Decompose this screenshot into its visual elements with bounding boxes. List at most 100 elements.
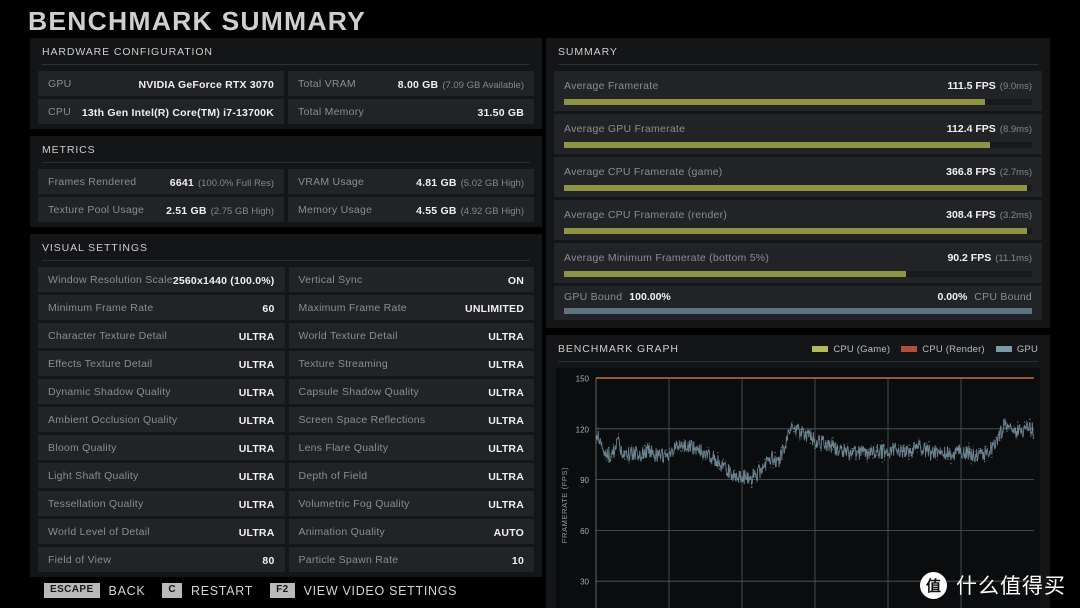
visual-setting-row[interactable]: World Level of Detail ULTRA xyxy=(38,519,285,544)
metric-row[interactable]: VRAM Usage 4.81 GB (5.02 GB High) xyxy=(288,169,534,194)
visual-setting-row[interactable]: Lens Flare Quality ULTRA xyxy=(288,435,534,460)
key-cap-c[interactable]: C xyxy=(162,583,182,598)
data-point xyxy=(795,435,797,438)
visual-setting-value-group: ULTRA xyxy=(239,327,275,345)
data-point xyxy=(604,457,606,459)
data-point xyxy=(826,442,828,444)
data-point xyxy=(643,445,645,447)
visual-setting-row[interactable]: Texture Streaming ULTRA xyxy=(288,351,534,376)
data-point xyxy=(991,442,993,444)
data-point xyxy=(619,448,621,450)
data-point xyxy=(1017,421,1019,423)
data-point xyxy=(1032,437,1034,439)
data-point xyxy=(627,458,629,460)
key-cap-escape[interactable]: ESCAPE xyxy=(44,583,100,598)
metric-row[interactable]: Frames Rendered 6641 (100.0% Full Res) xyxy=(38,169,284,194)
data-point xyxy=(631,459,634,461)
legend-item: CPU (Game) xyxy=(812,344,890,355)
visual-setting-label: World Level of Detail xyxy=(48,525,150,538)
summary-bar-row: Average GPU Framerate 112.4 FPS (8.9ms) xyxy=(554,114,1042,154)
visual-setting-row[interactable]: Animation Quality AUTO xyxy=(288,519,534,544)
data-point xyxy=(684,448,686,450)
summary-bar-value-group: 366.8 FPS (2.7ms) xyxy=(946,162,1032,180)
data-point xyxy=(596,438,598,440)
visual-setting-row[interactable]: Vertical Sync ON xyxy=(288,267,534,292)
visual-setting-row[interactable]: Effects Texture Detail ULTRA xyxy=(38,351,285,376)
data-point xyxy=(729,467,731,469)
visual-setting-row[interactable]: Volumetric Fog Quality ULTRA xyxy=(288,491,534,516)
data-point xyxy=(891,447,893,449)
data-point xyxy=(758,461,760,463)
visual-setting-row[interactable]: Window Resolution Scale 2560x1440 (100.0%… xyxy=(38,267,285,292)
data-point xyxy=(882,444,884,447)
data-point xyxy=(994,446,996,448)
metric-row[interactable]: Texture Pool Usage 2.51 GB (2.75 GB High) xyxy=(38,197,284,222)
visual-setting-row[interactable]: Screen Space Reflections ULTRA xyxy=(288,407,534,432)
key-cap-f2[interactable]: F2 xyxy=(270,583,295,598)
visual-setting-row[interactable]: Field of View 80 xyxy=(38,547,285,572)
summary-bar-value-group: 112.4 FPS (8.9ms) xyxy=(947,119,1032,137)
data-point xyxy=(965,445,967,447)
data-point xyxy=(912,447,914,449)
data-point xyxy=(780,449,782,451)
visual-setting-value-group: 60 xyxy=(262,299,274,317)
visual-setting-row[interactable]: Particle Spawn Rate 10 xyxy=(288,547,534,572)
data-point xyxy=(969,447,971,449)
visual-setting-row[interactable]: World Texture Detail ULTRA xyxy=(288,323,534,348)
legend-color-swatch xyxy=(812,346,829,352)
visual-setting-row[interactable]: Minimum Frame Rate 60 xyxy=(38,295,285,320)
visual-setting-row[interactable]: Tessellation Quality ULTRA xyxy=(38,491,285,516)
data-point xyxy=(715,464,717,466)
key-action-view-video-settings[interactable]: VIEW VIDEO SETTINGS xyxy=(304,584,458,598)
data-point xyxy=(623,450,625,453)
hardware-row[interactable]: CPU 13th Gen Intel(R) Core(TM) i7-13700K xyxy=(38,99,284,124)
data-point xyxy=(739,471,741,473)
data-point xyxy=(662,460,664,462)
data-point xyxy=(652,450,654,452)
data-point xyxy=(896,450,899,452)
key-action-back[interactable]: BACK xyxy=(109,584,146,598)
visual-setting-label: Animation Quality xyxy=(298,525,386,538)
visual-setting-row[interactable]: Ambient Occlusion Quality ULTRA xyxy=(38,407,285,432)
hardware-value-group: NVIDIA GeForce RTX 3070 xyxy=(138,75,274,93)
data-point xyxy=(657,451,659,453)
visual-setting-row[interactable]: Dynamic Shadow Quality ULTRA xyxy=(38,379,285,404)
data-point xyxy=(1026,421,1028,423)
data-point xyxy=(695,449,698,451)
watermark: 值 什么值得买 xyxy=(920,570,1066,600)
hardware-row[interactable]: Total VRAM 8.00 GB (7.09 GB Available) xyxy=(288,71,534,96)
data-point xyxy=(829,440,831,442)
data-point xyxy=(734,474,736,476)
visual-setting-row[interactable]: Capsule Shadow Quality ULTRA xyxy=(288,379,534,404)
visual-setting-label: Light Shaft Quality xyxy=(48,469,139,482)
data-point xyxy=(784,450,786,452)
hardware-row[interactable]: Total Memory 31.50 GB xyxy=(288,99,534,124)
hardware-row[interactable]: GPU NVIDIA GeForce RTX 3070 xyxy=(38,71,284,96)
visual-setting-row[interactable]: Light Shaft Quality ULTRA xyxy=(38,463,285,488)
data-point xyxy=(998,437,1000,439)
legend-item: CPU (Render) xyxy=(901,344,985,355)
key-action-restart[interactable]: RESTART xyxy=(191,584,253,598)
data-point xyxy=(887,454,889,456)
hardware-value-group: 8.00 GB (7.09 GB Available) xyxy=(398,75,524,93)
data-point xyxy=(765,469,767,471)
data-point xyxy=(920,447,922,449)
visual-setting-row[interactable]: Bloom Quality ULTRA xyxy=(38,435,285,460)
visual-setting-value: ULTRA xyxy=(488,414,524,427)
data-point xyxy=(744,477,746,479)
data-point xyxy=(604,449,607,452)
hardware-label: GPU xyxy=(48,77,72,90)
data-point xyxy=(704,456,706,458)
metric-row[interactable]: Memory Usage 4.55 GB (4.92 GB High) xyxy=(288,197,534,222)
visual-setting-row[interactable]: Maximum Frame Rate UNLIMITED xyxy=(288,295,534,320)
data-point xyxy=(867,451,869,453)
data-point xyxy=(1023,427,1025,429)
data-point xyxy=(742,480,744,482)
data-point xyxy=(753,476,755,478)
data-point xyxy=(978,449,981,452)
summary-bar-fill xyxy=(564,99,986,105)
visual-setting-row[interactable]: Character Texture Detail ULTRA xyxy=(38,323,285,348)
summary-bar-label: Average CPU Framerate (render) xyxy=(564,209,728,221)
visual-setting-row[interactable]: Depth of Field ULTRA xyxy=(288,463,534,488)
data-point xyxy=(693,441,695,443)
